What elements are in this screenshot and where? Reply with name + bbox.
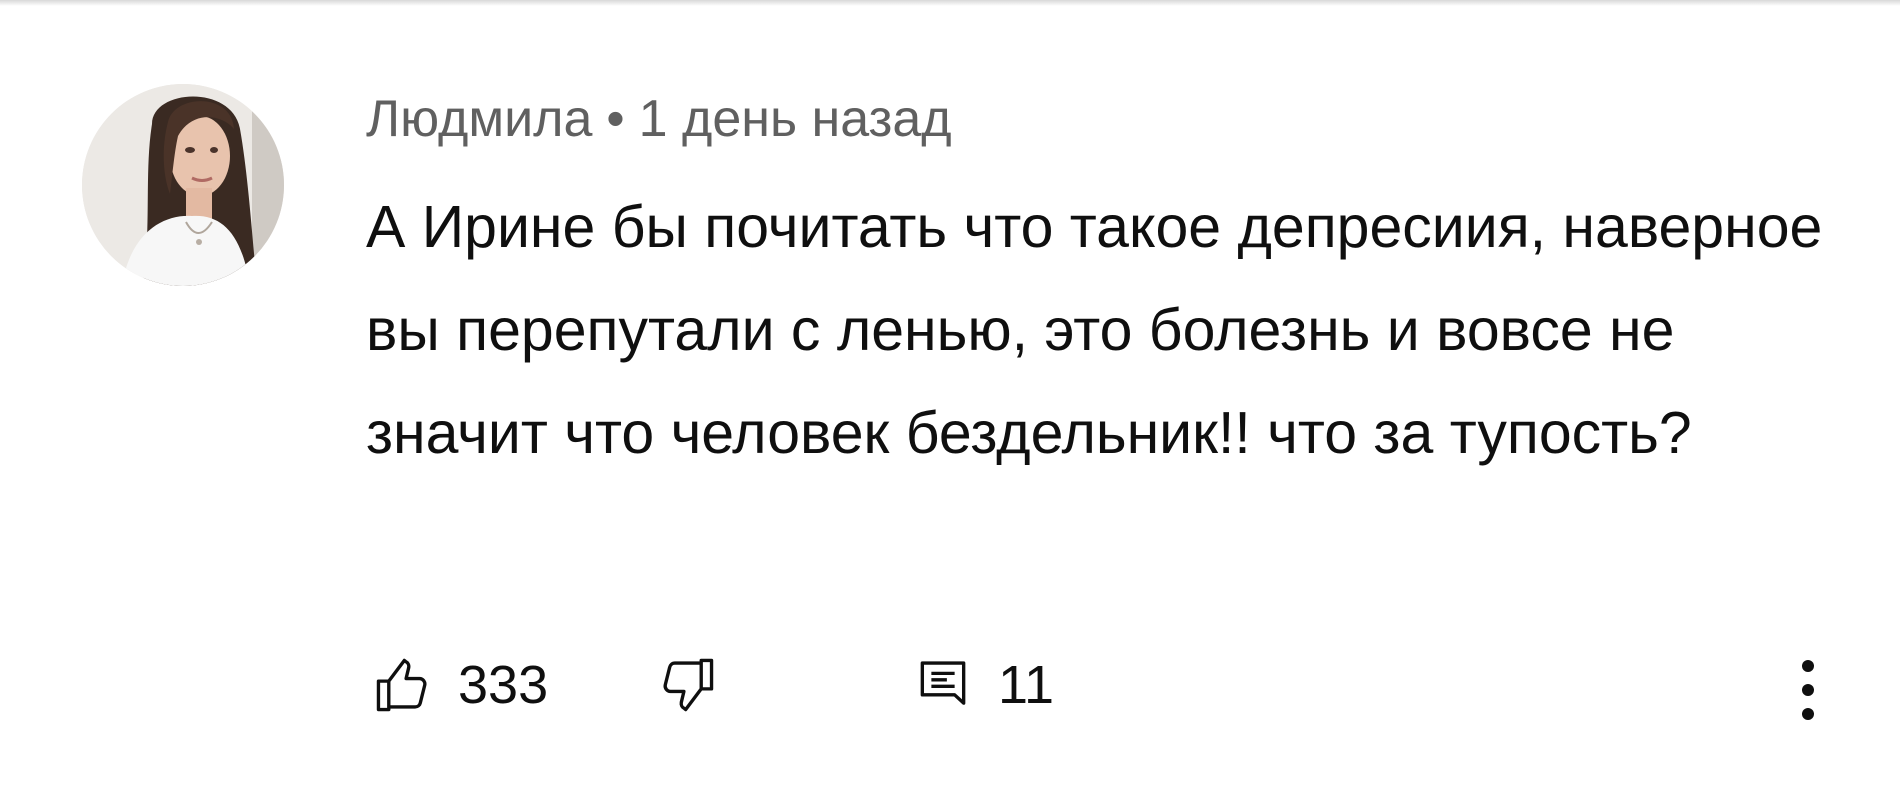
- thumbs-down-icon: [663, 658, 714, 712]
- thumbs-up-icon: [376, 658, 427, 712]
- comment-meta: Людмила • 1 день назад: [366, 88, 952, 150]
- dislike-button[interactable]: [656, 640, 718, 730]
- like-button[interactable]: 333: [372, 640, 548, 730]
- comment-time: 1 день назад: [638, 90, 952, 148]
- avatar[interactable]: [82, 84, 284, 286]
- more-options-button[interactable]: [1788, 645, 1828, 735]
- avatar-photo: [82, 84, 284, 286]
- reply-comment-icon: [920, 661, 966, 705]
- reply-count: 11: [998, 655, 1055, 715]
- meta-separator: •: [606, 90, 625, 148]
- comment-item: Людмила • 1 день назад А Ирине бы почитать…: [0, 0, 1900, 797]
- comment-actions: 333 11: [0, 640, 1900, 730]
- reply-button[interactable]: 11: [912, 640, 1054, 730]
- author-name[interactable]: Людмила: [366, 90, 592, 148]
- more-vertical-icon: [1802, 660, 1814, 720]
- like-count: 333: [458, 655, 549, 715]
- comment-text: А Ирине бы почитать что такое депресиия,…: [366, 194, 1823, 466]
